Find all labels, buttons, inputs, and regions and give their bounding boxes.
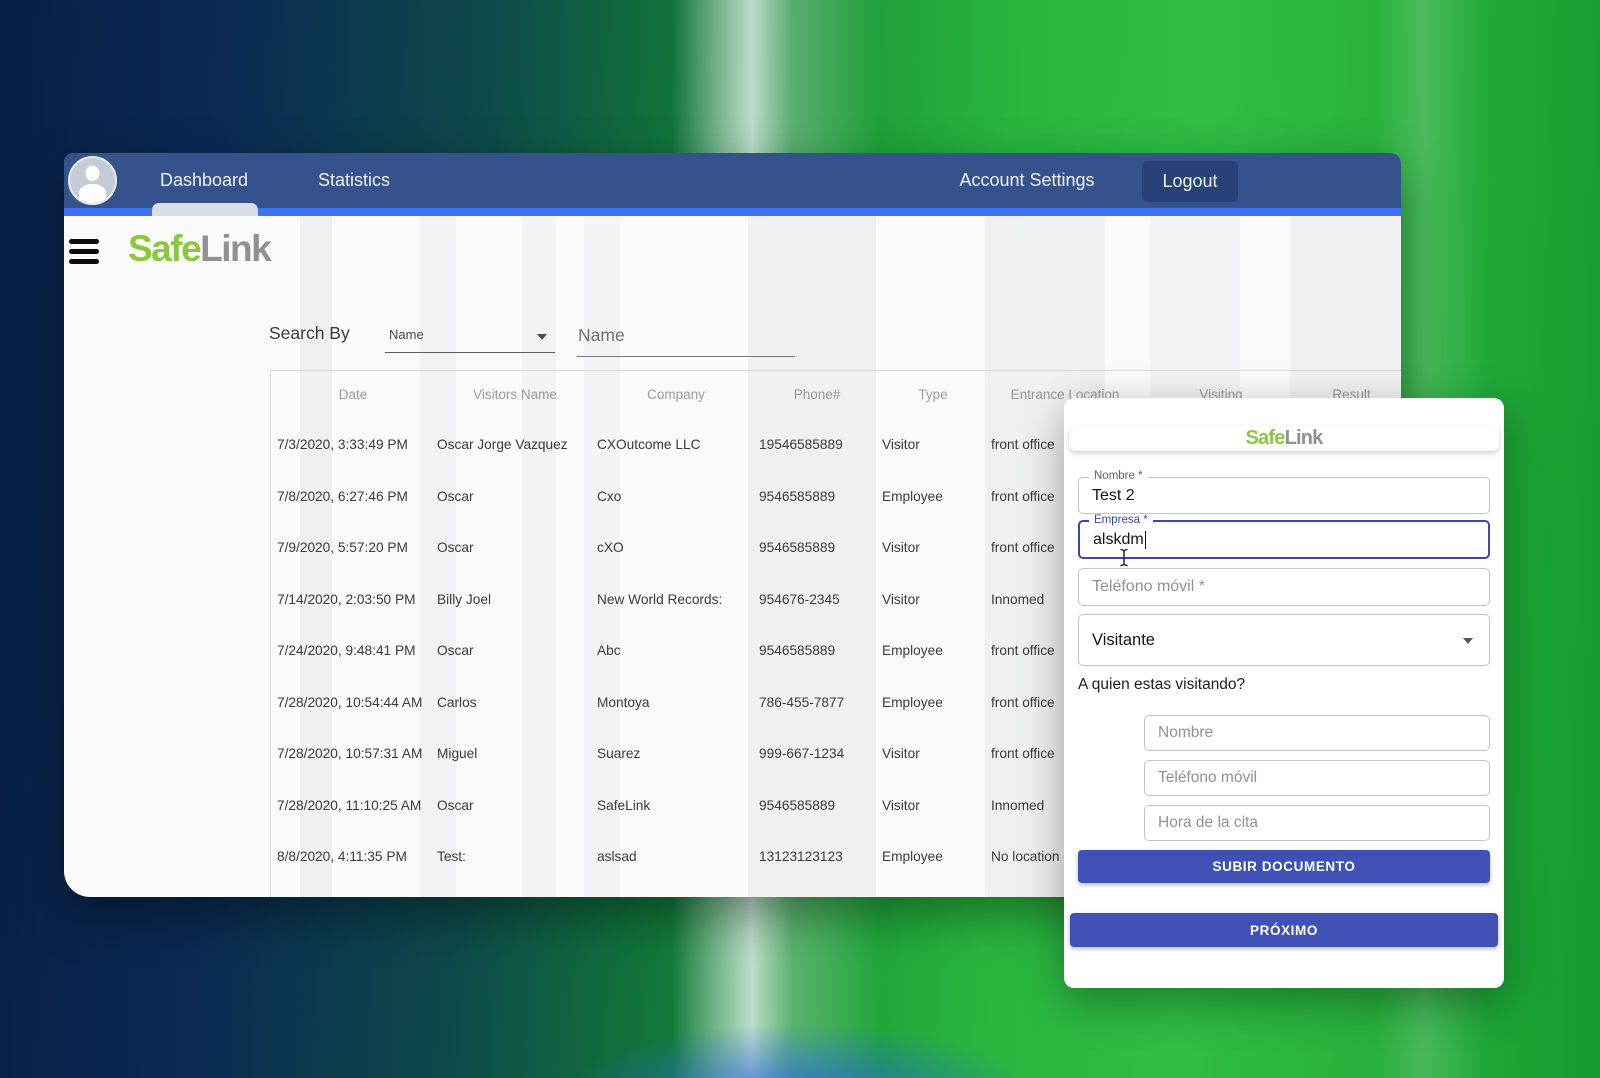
cell-company: Montoya [595,677,757,729]
logo-part-link: Link [200,228,270,269]
cell-date: 7/24/2020, 9:48:41 PM [271,625,435,677]
cell-phone: 999-667-1234 [757,728,877,780]
cell-phone: 786-455-7877 [757,677,877,729]
nav-account-settings[interactable]: Account Settings [950,153,1104,208]
visitor-type-select[interactable]: Visitante [1078,614,1490,666]
user-avatar[interactable] [68,156,117,205]
cell-phone: 9546585889 [757,780,877,832]
cell-visitor-name: Oscar Jorge Vazquez [435,419,595,471]
search-input-underline [577,356,795,357]
cell-date: 7/28/2020, 10:57:31 AM [271,728,435,780]
accent-strip [64,208,1401,216]
nav-tab-statistics[interactable]: Statistics [313,153,395,208]
cell-date: 7/28/2020, 11:10:25 AM [271,780,435,832]
logo-part-link: Link [1285,427,1323,449]
logo-part-safe: Safe [128,228,200,269]
logout-button[interactable]: Logout [1142,161,1238,202]
search-input[interactable] [577,305,795,357]
nombre-field-value: Test 2 [1092,478,1135,513]
cell-company: Cxo [595,471,757,523]
nombre-field[interactable]: Nombre * Test 2 [1078,477,1490,514]
cell-type: Employee [877,471,989,523]
cell-visitor-name: Test: [435,831,595,883]
cell-date: 7/14/2020, 2:03:50 PM [271,574,435,626]
safelink-logo: SafeLink [128,227,270,271]
cell-type: Visitor [877,780,989,832]
cell-type: Visitor [877,419,989,471]
menu-bar [69,259,99,264]
filter-underline [385,352,555,353]
host-phone-field[interactable] [1144,760,1490,796]
visitor-form-modal: SafeLink Nombre * Test 2 Empresa * alskd… [1064,398,1504,988]
cell-phone: 13123123123 [757,831,877,883]
cell-company: aslsad [595,831,757,883]
top-navbar: Dashboard Statistics Account Settings Lo… [64,153,1401,208]
host-name-field[interactable] [1144,715,1490,751]
menu-bar [69,239,99,244]
cell-company: SafeLink [595,780,757,832]
cell-company: Suarez [595,728,757,780]
cell-phone: 9546585889 [757,625,877,677]
cell-type: Employee [877,831,989,883]
modal-header: SafeLink [1069,426,1499,451]
search-input-wrap [577,305,795,357]
cell-type: Visitor [877,574,989,626]
empresa-field[interactable]: Empresa * alskdm [1078,520,1490,559]
column-header-phone: Phone# [757,371,877,419]
cell-phone: 954676-2345 [757,574,877,626]
column-header-company: Company [595,371,757,419]
empresa-field-value: alskdm [1093,531,1144,549]
cell-company: Abc [595,625,757,677]
cell-company: cXO [595,522,757,574]
telefono-movil-field[interactable] [1078,568,1490,606]
menu-bar [69,249,99,254]
visiting-question: A quien estas visitando? [1078,676,1245,694]
menu-icon[interactable] [69,239,99,264]
cell-date: 8/8/2020, 4:11:35 PM [271,831,435,883]
cell-visitor-name: Miguel [435,728,595,780]
next-button[interactable]: PRÓXIMO [1070,913,1498,947]
cell-visitor-name: Oscar [435,471,595,523]
safelink-logo-small: SafeLink [1246,427,1323,450]
cell-visitor-name: Billy Joel [435,574,595,626]
cell-visitor-name: Oscar [435,625,595,677]
column-header-visitors-name: Visitors Name [435,371,595,419]
cell-company: CXOutcome LLC [595,419,757,471]
cell-date: 7/9/2020, 5:57:20 PM [271,522,435,574]
cell-visitor-name: Carlos [435,677,595,729]
search-filter-select[interactable]: Name [385,313,555,353]
nav-tab-dashboard[interactable]: Dashboard [153,153,255,208]
upload-document-button[interactable]: SUBIR DOCUMENTO [1078,850,1490,883]
text-caret [1145,531,1147,549]
cell-visitor-name: Oscar [435,780,595,832]
cell-date: 7/8/2020, 6:27:46 PM [271,471,435,523]
search-by-label: Search By [269,323,350,344]
column-header-type: Type [877,371,989,419]
cell-type: Visitor [877,522,989,574]
cell-date: 7/28/2020, 10:54:44 AM [271,677,435,729]
column-header-date: Date [271,371,435,419]
filter-selected-value: Name [389,327,424,342]
cell-phone: 19546585889 [757,419,877,471]
cell-type: Employee [877,677,989,729]
chevron-down-icon [537,334,547,340]
person-icon [70,158,115,203]
cell-phone: 9546585889 [757,522,877,574]
active-tab-indicator [152,203,258,216]
chevron-down-icon [1463,638,1473,644]
logo-part-safe: Safe [1246,427,1285,449]
cell-visitor-name: Oscar [435,522,595,574]
cell-type: Employee [877,625,989,677]
cell-phone: 9546585889 [757,471,877,523]
appointment-time-field[interactable] [1144,805,1490,841]
cell-date: 7/3/2020, 3:33:49 PM [271,419,435,471]
cell-type: Visitor [877,728,989,780]
visitor-type-value: Visitante [1092,615,1155,665]
desktop-background: Dashboard Statistics Account Settings Lo… [0,0,1600,1078]
cell-company: New World Records: [595,574,757,626]
